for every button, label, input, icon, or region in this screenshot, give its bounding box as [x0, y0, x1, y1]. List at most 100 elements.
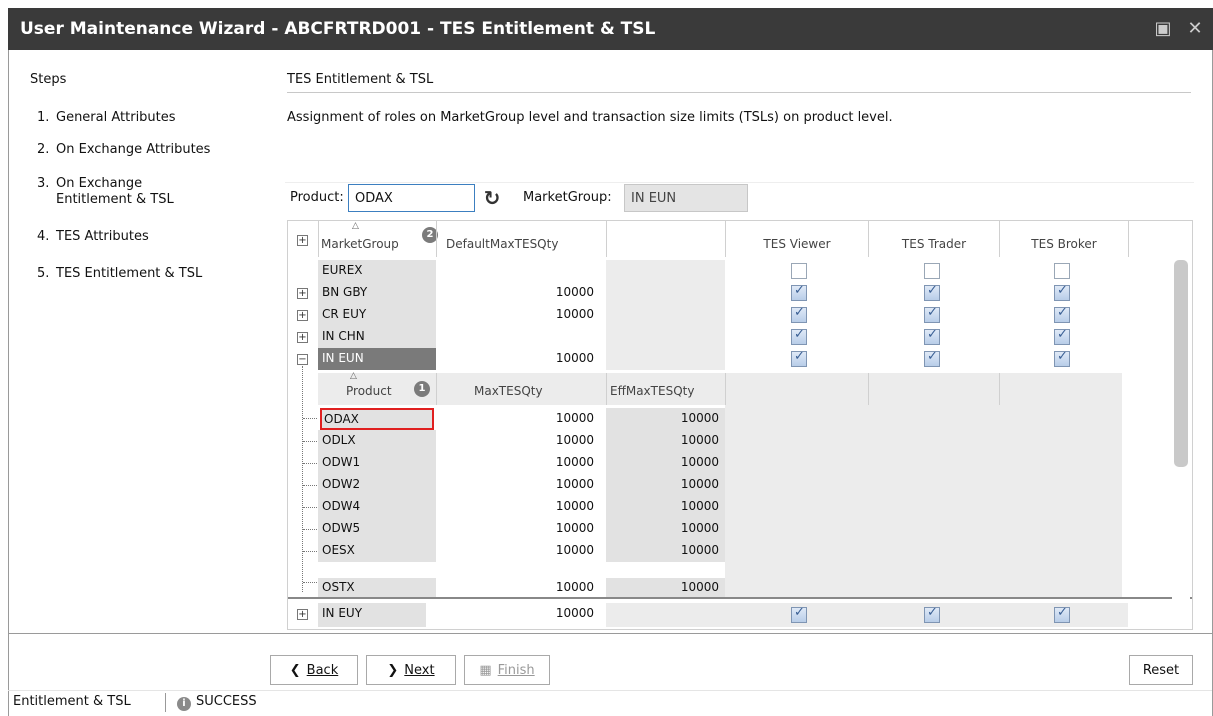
col-header-tes-viewer[interactable]: TES Viewer — [726, 234, 868, 254]
sort-asc-icon: △ — [350, 371, 357, 381]
tes-trader-checkbox[interactable] — [924, 327, 940, 345]
empty-cell — [606, 304, 725, 326]
col-header-tes-trader[interactable]: TES Trader — [869, 234, 999, 254]
max-tes-qty: 10000 — [555, 477, 594, 491]
tes-trader-checkbox[interactable] — [924, 263, 940, 279]
eff-max-tes-qty: 10000 — [606, 540, 725, 562]
collapse-row-icon[interactable]: − — [297, 354, 308, 365]
product-cell: ODW4 — [318, 496, 436, 518]
section-description: Assignment of roles on MarketGroup level… — [287, 110, 893, 125]
col-header-product[interactable]: Product — [346, 381, 416, 401]
col-header-effmaxtesqty[interactable]: EffMaxTESQty — [610, 381, 725, 401]
expand-row-icon[interactable]: + — [297, 310, 308, 321]
tes-viewer-checkbox[interactable] — [791, 283, 807, 301]
product-cell: ODW5 — [318, 518, 436, 540]
max-tes-qty: 10000 — [555, 455, 594, 469]
refresh-icon[interactable]: ↻ — [481, 188, 503, 210]
default-max-qty — [436, 260, 606, 282]
marketgroup-name: EUREX — [318, 260, 436, 282]
tes-viewer-checkbox[interactable] — [791, 305, 807, 323]
back-button-label: Back — [306, 662, 339, 678]
scrollbar-thumb[interactable] — [1174, 260, 1188, 467]
expand-all-icon[interactable]: + — [297, 235, 308, 246]
default-max-qty: 10000 — [555, 606, 594, 620]
product-cell: ODW2 — [318, 474, 436, 496]
entitlement-grid: + △ MarketGroup 2 DefaultMaxTESQty TES V… — [287, 220, 1193, 630]
product-input[interactable] — [348, 184, 475, 212]
expand-row-icon[interactable]: + — [297, 332, 308, 343]
tes-trader-checkbox[interactable] — [924, 305, 940, 323]
marketgroup-name: IN EUY — [318, 603, 426, 627]
tes-broker-checkbox[interactable] — [1054, 283, 1070, 301]
status-message: SUCCESS — [196, 694, 257, 709]
step-number: 2. — [37, 142, 50, 157]
product-cell-selected[interactable]: ODAX — [320, 408, 434, 430]
close-icon[interactable]: ✕ — [1185, 18, 1205, 39]
eff-max-tes-qty: 10000 — [606, 430, 725, 452]
eff-max-tes-qty: 10000 — [606, 496, 725, 518]
maximize-icon[interactable]: ▣ — [1153, 18, 1173, 39]
tes-viewer-checkbox[interactable] — [791, 349, 807, 367]
eff-max-tes-qty: 10000 — [606, 474, 725, 496]
tes-trader-checkbox[interactable] — [924, 349, 940, 367]
step-label: General Attributes — [56, 110, 176, 125]
marketgroup-name: CR EUY — [318, 304, 436, 326]
max-tes-qty: 10000 — [555, 521, 594, 535]
marketgroup-label: MarketGroup: — [523, 190, 612, 205]
tes-broker-checkbox[interactable] — [1054, 605, 1070, 623]
tes-trader-checkbox[interactable] — [924, 283, 940, 301]
expand-row-icon[interactable]: + — [297, 609, 308, 620]
col-header-defaultmax[interactable]: DefaultMaxTESQty — [446, 234, 606, 254]
empty-cell — [606, 282, 725, 304]
col-header-maxtesqty[interactable]: MaxTESQty — [474, 381, 594, 401]
sort-order-badge: 1 — [414, 381, 430, 397]
product-cell: OSTX — [318, 578, 436, 598]
product-cell: OESX — [318, 540, 436, 562]
tes-broker-checkbox[interactable] — [1054, 327, 1070, 345]
info-icon: i — [177, 697, 191, 711]
frame-left — [8, 50, 9, 716]
next-button[interactable]: ❯ Next — [366, 655, 456, 685]
reset-button[interactable]: Reset — [1129, 655, 1193, 685]
step-label: TES Attributes — [56, 229, 149, 244]
tes-broker-checkbox[interactable] — [1054, 349, 1070, 367]
eff-max-tes-qty: 10000 — [606, 518, 725, 540]
checkered-flag-icon: ▦ — [479, 662, 492, 678]
tes-trader-checkbox[interactable] — [924, 605, 940, 623]
chevron-right-icon: ❯ — [387, 662, 399, 678]
max-tes-qty: 10000 — [555, 411, 594, 425]
default-max-qty: 10000 — [555, 351, 594, 365]
marketgroup-name-selected: IN EUN — [318, 348, 436, 370]
subgrid-empty-area — [725, 405, 1122, 597]
marketgroup-name: IN CHN — [318, 326, 436, 348]
window-header: User Maintenance Wizard - ABCFRTRD001 - … — [8, 8, 1213, 50]
section-title: TES Entitlement & TSL — [287, 72, 434, 87]
back-button[interactable]: ❮ Back — [270, 655, 358, 685]
chevron-left-icon: ❮ — [289, 662, 301, 678]
step-number: 1. — [37, 110, 50, 125]
step-number: 3. — [37, 176, 50, 191]
expand-row-icon[interactable]: + — [297, 288, 308, 299]
max-tes-qty: 10000 — [555, 543, 594, 557]
tes-broker-checkbox[interactable] — [1054, 263, 1070, 279]
tes-viewer-checkbox[interactable] — [791, 263, 807, 279]
empty-cell — [606, 260, 725, 282]
col-header-tes-broker[interactable]: TES Broker — [1000, 234, 1128, 254]
product-cell: ODLX — [318, 430, 436, 452]
status-context: Entitlement & TSL — [13, 694, 131, 709]
default-max-qty: 10000 — [555, 307, 594, 321]
eff-max-tes-qty: 10000 — [606, 578, 725, 598]
window-title: User Maintenance Wizard - ABCFRTRD001 - … — [20, 19, 656, 39]
product-cell: ODW1 — [318, 452, 436, 474]
sort-asc-icon: △ — [352, 221, 359, 231]
col-header-marketgroup[interactable]: MarketGroup — [321, 234, 431, 254]
step-number: 5. — [37, 266, 50, 281]
max-tes-qty: 10000 — [555, 580, 594, 594]
tes-viewer-checkbox[interactable] — [791, 605, 807, 623]
finish-button[interactable]: ▦ Finish — [464, 655, 550, 685]
status-separator — [165, 693, 166, 712]
next-button-label: Next — [404, 662, 435, 678]
tes-broker-checkbox[interactable] — [1054, 305, 1070, 323]
tes-viewer-checkbox[interactable] — [791, 327, 807, 345]
eff-max-tes-qty: 10000 — [606, 408, 725, 430]
